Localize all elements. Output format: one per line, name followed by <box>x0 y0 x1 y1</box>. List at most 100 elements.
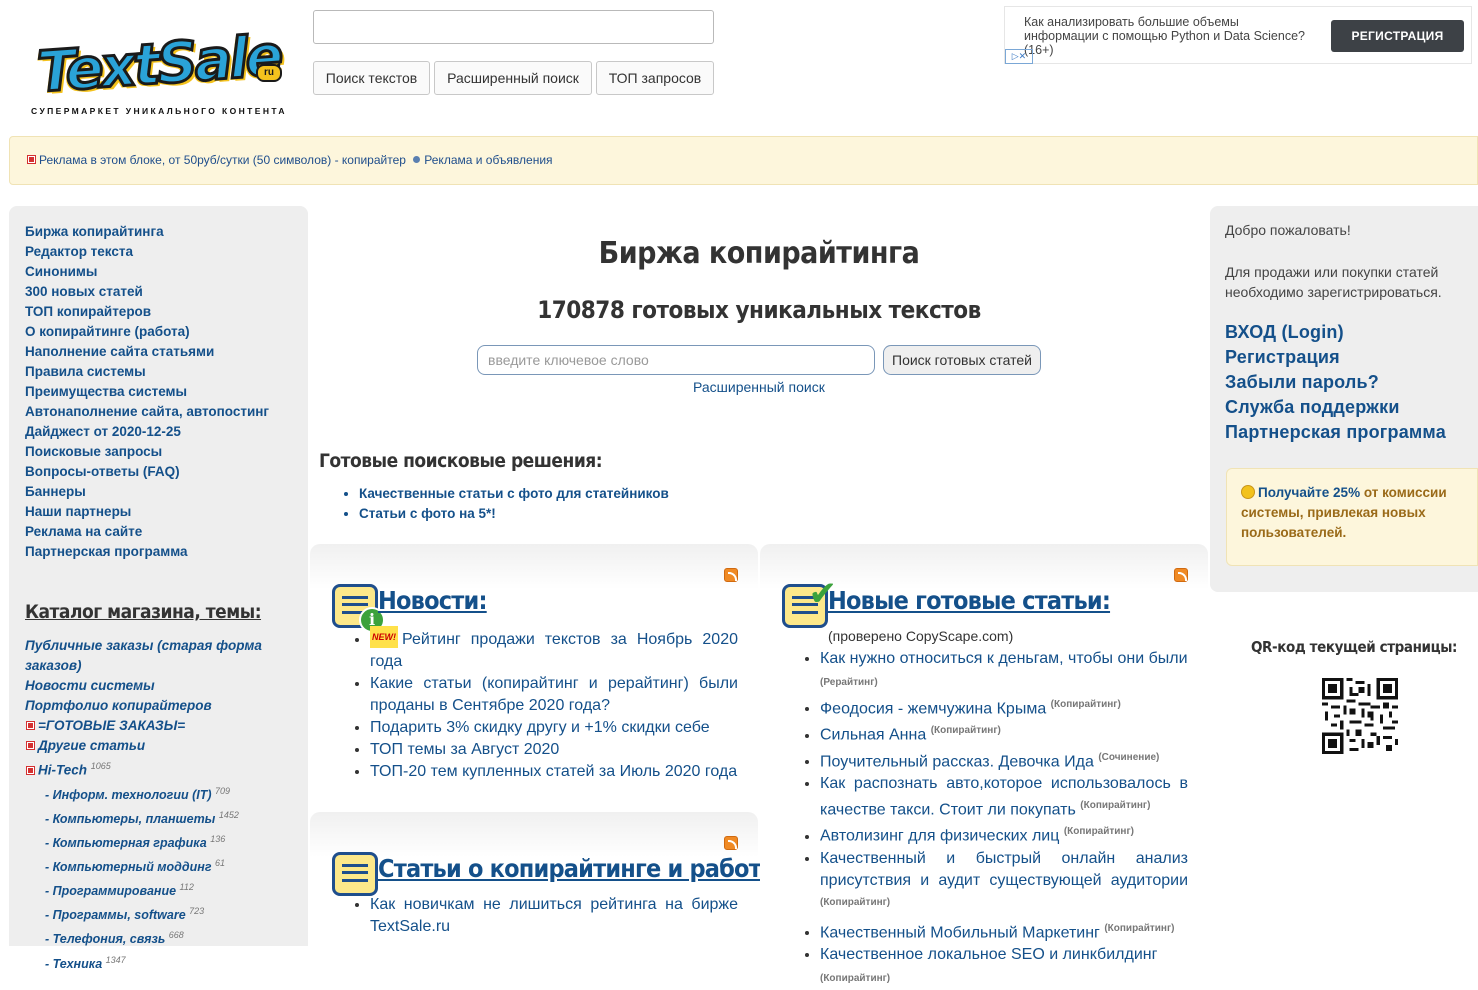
catalog-subcategory[interactable]: - Техника 1347 <box>25 950 295 974</box>
list-item[interactable]: Качественные статьи с фото для статейник… <box>359 484 669 504</box>
catalog-subcategory[interactable]: - Программирование 112 <box>25 877 295 901</box>
new-text-link[interactable]: Как распознать авто,которое использовало… <box>820 775 1188 818</box>
rss-icon[interactable] <box>1174 568 1188 582</box>
top-ad-banner[interactable]: Как анализировать большие объемы информа… <box>1004 6 1472 64</box>
catalog-item[interactable]: Портфолио копирайтеров <box>25 696 295 716</box>
keyword-search-input[interactable]: введите ключевое слово <box>477 345 875 375</box>
new-texts-icon: ✔ <box>782 577 837 628</box>
ad-register-button[interactable]: РЕГИСТРАЦИЯ <box>1331 20 1464 52</box>
ad-strip-link-copywriter[interactable]: Реклама в этом блоке, от 50руб/сутки (50… <box>39 153 406 167</box>
new-text-link[interactable]: Качественное локальное SEO и линкбилдинг <box>820 946 1157 963</box>
new-texts-title[interactable]: Новые готовые статьи: <box>828 586 1111 615</box>
nav-item[interactable]: Преимущества системы <box>25 382 269 402</box>
rss-icon[interactable] <box>724 568 738 582</box>
search-articles-button[interactable]: Поиск готовых статей <box>883 345 1041 375</box>
news-link[interactable]: ТОП темы за Август 2020 <box>370 741 559 758</box>
ad-text[interactable]: Как анализировать большие объемы информа… <box>1024 15 1314 57</box>
promo-pre: Получайте <box>1258 485 1334 500</box>
nav-item[interactable]: 300 новых статей <box>25 282 269 302</box>
list-item[interactable]: Какие статьи (копирайтинг и рерайтинг) б… <box>370 673 738 717</box>
ad-strip-link-ads[interactable]: Реклама и объявления <box>424 153 552 167</box>
list-item[interactable]: ТОП-20 тем купленных статей за Июль 2020… <box>370 761 738 783</box>
news-link[interactable]: ТОП-20 тем купленных статей за Июль 2020… <box>370 763 737 780</box>
list-item[interactable]: Статьи с фото на 5*! <box>359 504 669 524</box>
nav-item[interactable]: Реклама на сайте <box>25 522 269 542</box>
catalog-subcategory[interactable]: - Компьютеры, планшеты 1452 <box>25 805 295 829</box>
new-text-link[interactable]: Качественный и быстрый онлайн анализ при… <box>820 850 1188 889</box>
news-link[interactable]: Рейтинг продажи текстов за Ноябрь 2020 г… <box>370 631 738 670</box>
news-link[interactable]: Подарить 3% скидку другу и +1% скидки се… <box>370 719 710 736</box>
list-item[interactable]: Подарить 3% скидку другу и +1% скидки се… <box>370 717 738 739</box>
top-queries-button[interactable]: ТОП запросов <box>596 61 714 95</box>
catalog-category[interactable]: Hi-Tech 1065 <box>25 756 295 781</box>
nav-item[interactable]: Автонаполнение сайта, автопостинг <box>25 402 269 422</box>
catalog-subcategory[interactable]: - Компьютерная графика 136 <box>25 829 295 853</box>
new-text-link[interactable]: Качественный Мобильный Маркетинг <box>820 924 1100 941</box>
register-link[interactable]: Регистрация <box>1225 345 1446 370</box>
catalog-item[interactable]: Публичные заказы (старая форма заказов) <box>25 636 295 676</box>
nav-item[interactable]: Синонимы <box>25 262 269 282</box>
rss-icon[interactable] <box>724 836 738 850</box>
list-item[interactable]: Автолизинг для физических лиц (Копирайти… <box>820 821 1188 847</box>
advanced-search-button[interactable]: Расширенный поиск <box>434 61 592 95</box>
list-item[interactable]: Как новичкам не лишиться рейтинга на бир… <box>370 894 738 938</box>
catalog-subcategory[interactable]: - Телефония, связь 668 <box>25 925 295 949</box>
subcategory-label: - Информ. технологии (IT) <box>45 787 212 802</box>
news-title[interactable]: Новости: <box>378 586 488 615</box>
catalog-category[interactable]: Другие статьи <box>25 736 295 756</box>
list-item[interactable]: Качественное локальное SEO и линкбилдинг… <box>820 944 1188 990</box>
nav-item[interactable]: Партнерская программа <box>25 542 269 562</box>
nav-item[interactable]: Вопросы-ответы (FAQ) <box>25 462 269 482</box>
text-type-tag: (Копирайтинг) <box>820 973 891 985</box>
nav-item[interactable]: Поисковые запросы <box>25 442 269 462</box>
catalog-subcategory[interactable]: - Компьютерный моддинг 61 <box>25 853 295 877</box>
top-search-input[interactable] <box>313 10 714 44</box>
new-text-link[interactable]: Как нужно относиться к деньгам, чтобы он… <box>820 650 1188 667</box>
forgot-password-link[interactable]: Забыли пароль? <box>1225 370 1446 395</box>
news-icon: i <box>332 584 385 633</box>
list-item[interactable]: Как распознать авто,которое использовало… <box>820 773 1188 821</box>
list-item[interactable]: Сильная Анна (Копирайтинг) <box>820 720 1188 746</box>
list-item[interactable]: Качественный Мобильный Маркетинг (Копира… <box>820 918 1188 944</box>
support-link[interactable]: Служба поддержки <box>1225 395 1446 420</box>
ready-solution-link[interactable]: Статьи с фото на 5*! <box>359 506 496 521</box>
catalog-item[interactable]: Новости системы <box>25 676 295 696</box>
nav-item[interactable]: О копирайтинге (работа) <box>25 322 269 342</box>
list-item[interactable]: Феодосия - жемчужина Крыма (Копирайтинг) <box>820 694 1188 720</box>
advanced-search-link[interactable]: Расширенный поиск <box>693 379 825 395</box>
list-item[interactable]: ТОП темы за Август 2020 <box>370 739 738 761</box>
ready-solution-link[interactable]: Качественные статьи с фото для статейник… <box>359 486 669 501</box>
text-type-tag: (Копирайтинг) <box>1104 922 1175 934</box>
auth-links: ВХОД (Login) Регистрация Забыли пароль? … <box>1225 320 1446 445</box>
search-texts-button[interactable]: Поиск текстов <box>313 61 430 95</box>
referral-promo[interactable]: Получайте 25% от комиссии системы, привл… <box>1226 468 1478 566</box>
new-text-link[interactable]: Автолизинг для физических лиц <box>820 828 1059 845</box>
login-link[interactable]: ВХОД (Login) <box>1225 320 1446 345</box>
nav-item[interactable]: ТОП копирайтеров <box>25 302 269 322</box>
site-logo[interactable]: TextSale ru СУПЕРМАРКЕТ УНИКАЛЬНОГО КОНТ… <box>28 22 290 122</box>
catalog-category-label: Другие статьи <box>38 738 146 753</box>
catalog-category[interactable]: =ГОТОВЫЕ ЗАКАЗЫ= <box>25 716 295 736</box>
list-item[interactable]: Поучительный рассказ. Девочка Ида (Сочин… <box>820 747 1188 773</box>
catalog-subcategory[interactable]: - Программы, software 723 <box>25 901 295 925</box>
news-link[interactable]: Какие статьи (копирайтинг и рерайтинг) б… <box>370 675 738 714</box>
article-link[interactable]: Как новичкам не лишиться рейтинга на бир… <box>370 896 738 935</box>
new-text-link[interactable]: Феодосия - жемчужина Крыма <box>820 700 1046 717</box>
new-text-link[interactable]: Сильная Анна <box>820 727 926 744</box>
nav-item[interactable]: Баннеры <box>25 482 269 502</box>
new-text-link[interactable]: Поучительный рассказ. Девочка Ида <box>820 753 1094 770</box>
articles-title[interactable]: Статьи о копирайтинге и работе: <box>378 854 784 883</box>
nav-item[interactable]: Наполнение сайта статьями <box>25 342 269 362</box>
list-item[interactable]: NEW!Рейтинг продажи текстов за Ноябрь 20… <box>370 626 738 673</box>
nav-item[interactable]: Биржа копирайтинга <box>25 222 269 242</box>
partner-program-link[interactable]: Партнерская программа <box>1225 420 1446 445</box>
list-item[interactable]: Качественный и быстрый онлайн анализ при… <box>820 848 1188 918</box>
nav-item[interactable]: Редактор текста <box>25 242 269 262</box>
nav-item[interactable]: Дайджест от 2020-12-25 <box>25 422 269 442</box>
ad-choices-icon[interactable]: ▷✕ <box>1005 49 1033 64</box>
catalog-subcategory[interactable]: - Информ. технологии (IT) 709 <box>25 781 295 805</box>
nav-item[interactable]: Наши партнеры <box>25 502 269 522</box>
promo-percent: 25% <box>1333 485 1361 500</box>
nav-item[interactable]: Правила системы <box>25 362 269 382</box>
list-item[interactable]: Как нужно относиться к деньгам, чтобы он… <box>820 648 1188 694</box>
